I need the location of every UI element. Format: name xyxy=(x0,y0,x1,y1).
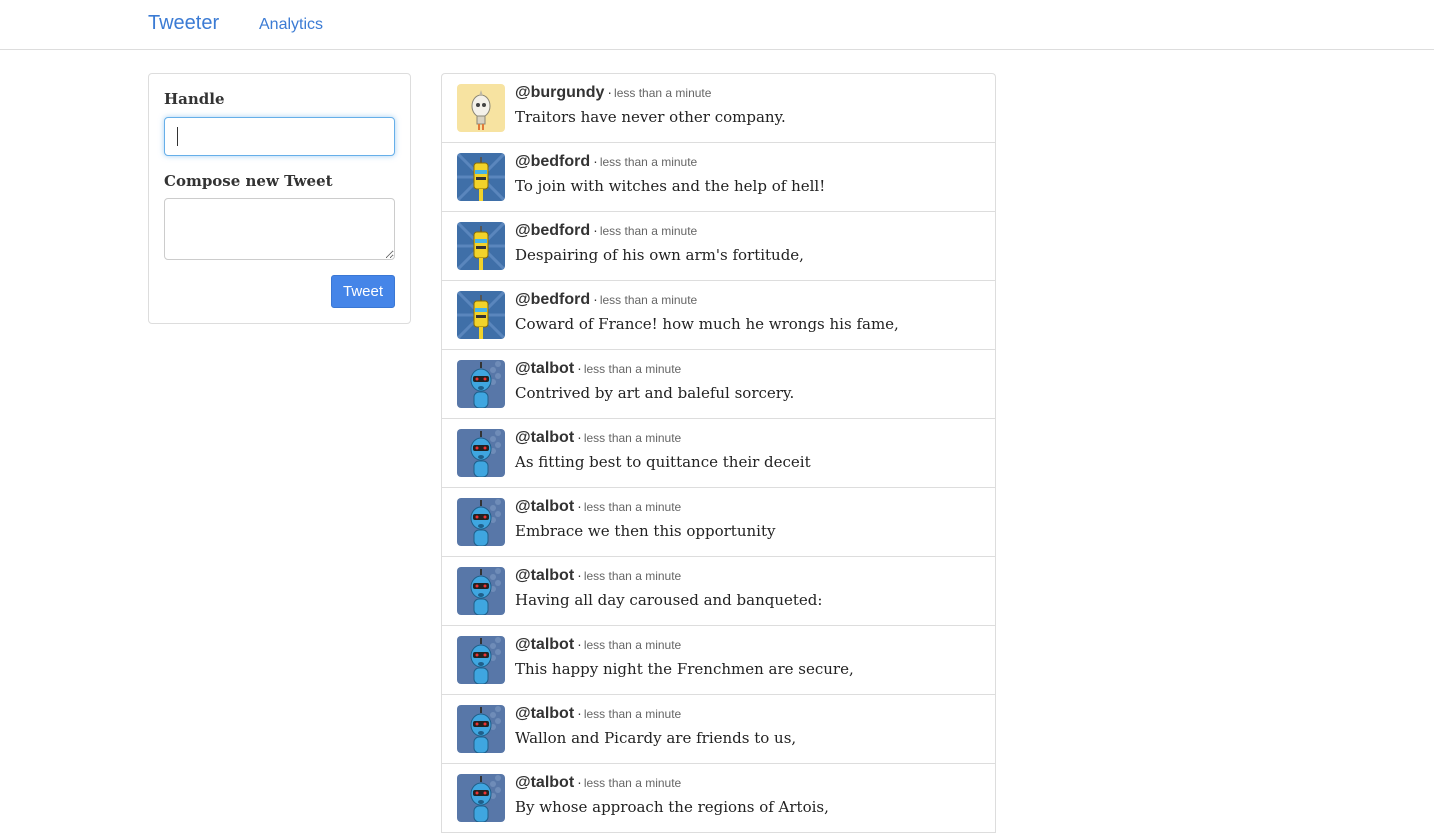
tweet-text: As fitting best to quittance their decei… xyxy=(515,453,811,471)
meta-separator: · xyxy=(593,153,598,169)
tweet-meta: @talbot · less than a minute xyxy=(515,774,681,792)
tweet-meta: @talbot · less than a minute xyxy=(515,705,681,723)
tweet-item[interactable]: @talbot · less than a minute Wallon and Pic… xyxy=(442,695,995,764)
tweet-text: Having all day caroused and banqueted: xyxy=(515,591,823,609)
tweet-item[interactable]: @talbot · less than a minute Embrace we the… xyxy=(442,488,995,557)
tweet-feed: @burgundy · less than a minute Traitors hav… xyxy=(441,73,996,833)
meta-separator: · xyxy=(577,636,582,652)
tweet-meta: @talbot · less than a minute xyxy=(515,567,681,585)
tweet-item[interactable]: @bedford · less than a minute Coward of Fra… xyxy=(442,281,995,350)
tweet-item[interactable]: @talbot · less than a minute Contrived by a… xyxy=(442,350,995,419)
talbot-avatar-icon xyxy=(457,360,505,408)
tweet-handle[interactable]: @talbot xyxy=(515,429,574,446)
nav-link-analytics[interactable]: Analytics xyxy=(259,16,323,34)
meta-separator: · xyxy=(577,360,582,376)
tweet-meta: @talbot · less than a minute xyxy=(515,360,681,378)
tweet-handle[interactable]: @burgundy xyxy=(515,84,604,101)
tweet-handle[interactable]: @talbot xyxy=(515,636,574,653)
meta-separator: · xyxy=(593,222,598,238)
tweet-item[interactable]: @talbot · less than a minute As fitting bes… xyxy=(442,419,995,488)
tweet-handle[interactable]: @talbot xyxy=(515,360,574,377)
talbot-avatar-icon xyxy=(457,429,505,477)
tweet-item[interactable]: @burgundy · less than a minute Traitors hav… xyxy=(442,74,995,143)
tweet-timestamp: less than a minute xyxy=(599,293,698,307)
tweet-text: To join with witches and the help of hel… xyxy=(515,177,826,195)
tweet-meta: @bedford · less than a minute xyxy=(515,291,697,309)
tweet-meta: @talbot · less than a minute xyxy=(515,498,681,516)
text-caret xyxy=(177,127,178,146)
tweet-timestamp: less than a minute xyxy=(583,569,682,583)
tweet-button[interactable]: Tweet xyxy=(331,275,395,308)
tweet-textarea[interactable] xyxy=(164,198,395,260)
tweet-item[interactable]: @talbot · less than a minute Having all day… xyxy=(442,557,995,626)
tweet-timestamp: less than a minute xyxy=(599,155,698,169)
tweet-timestamp: less than a minute xyxy=(583,638,682,652)
meta-separator: · xyxy=(577,705,582,721)
tweet-meta: @bedford · less than a minute xyxy=(515,222,697,240)
bedford-avatar-icon xyxy=(457,222,505,270)
meta-separator: · xyxy=(577,498,582,514)
tweet-text: Contrived by art and baleful sorcery. xyxy=(515,384,795,402)
talbot-avatar-icon xyxy=(457,567,505,615)
burgundy-avatar-icon xyxy=(457,84,505,132)
tweet-meta: @talbot · less than a minute xyxy=(515,429,681,447)
tweet-handle[interactable]: @talbot xyxy=(515,498,574,515)
tweet-handle[interactable]: @talbot xyxy=(515,705,574,722)
tweet-item[interactable]: @bedford · less than a minute To join with … xyxy=(442,143,995,212)
tweet-timestamp: less than a minute xyxy=(583,776,682,790)
tweet-meta: @talbot · less than a minute xyxy=(515,636,681,654)
tweet-text: Embrace we then this opportunity xyxy=(515,522,776,540)
talbot-avatar-icon xyxy=(457,636,505,684)
tweet-text: Despairing of his own arm's fortitude, xyxy=(515,246,804,264)
tweet-text: Coward of France! how much he wrongs his… xyxy=(515,315,899,333)
tweet-item[interactable]: @talbot · less than a minute This happy nig… xyxy=(442,626,995,695)
handle-label: Handle xyxy=(164,90,225,108)
brand-link[interactable]: Tweeter xyxy=(148,12,219,35)
compose-label: Compose new Tweet xyxy=(164,172,333,190)
meta-separator: · xyxy=(577,567,582,583)
tweet-timestamp: less than a minute xyxy=(583,362,682,376)
tweet-text: Traitors have never other company. xyxy=(515,108,786,126)
meta-separator: · xyxy=(577,429,582,445)
tweet-text: This happy night the Frenchmen are secur… xyxy=(515,660,854,678)
talbot-avatar-icon xyxy=(457,498,505,546)
tweet-handle[interactable]: @talbot xyxy=(515,774,574,791)
tweet-handle[interactable]: @bedford xyxy=(515,291,590,308)
tweet-timestamp: less than a minute xyxy=(599,224,698,238)
meta-separator: · xyxy=(577,774,582,790)
talbot-avatar-icon xyxy=(457,774,505,822)
handle-input[interactable] xyxy=(164,117,395,156)
bedford-avatar-icon xyxy=(457,291,505,339)
tweet-timestamp: less than a minute xyxy=(583,431,682,445)
tweet-handle[interactable]: @talbot xyxy=(515,567,574,584)
bedford-avatar-icon xyxy=(457,153,505,201)
tweet-timestamp: less than a minute xyxy=(583,707,682,721)
tweet-item[interactable]: @bedford · less than a minute Despairing of… xyxy=(442,212,995,281)
tweet-handle[interactable]: @bedford xyxy=(515,222,590,239)
tweet-timestamp: less than a minute xyxy=(614,86,712,100)
meta-separator: · xyxy=(607,84,613,100)
tweet-text: By whose approach the regions of Artois, xyxy=(515,798,829,816)
navbar: Tweeter Analytics xyxy=(0,0,1434,50)
tweet-handle[interactable]: @bedford xyxy=(515,153,590,170)
tweet-meta: @bedford · less than a minute xyxy=(515,153,697,171)
tweet-timestamp: less than a minute xyxy=(583,500,682,514)
talbot-avatar-icon xyxy=(457,705,505,753)
tweet-meta: @burgundy · less than a minute xyxy=(515,84,711,102)
meta-separator: · xyxy=(593,291,598,307)
compose-panel: Handle Compose new Tweet Tweet xyxy=(148,73,411,324)
tweet-text: Wallon and Picardy are friends to us, xyxy=(515,729,797,747)
